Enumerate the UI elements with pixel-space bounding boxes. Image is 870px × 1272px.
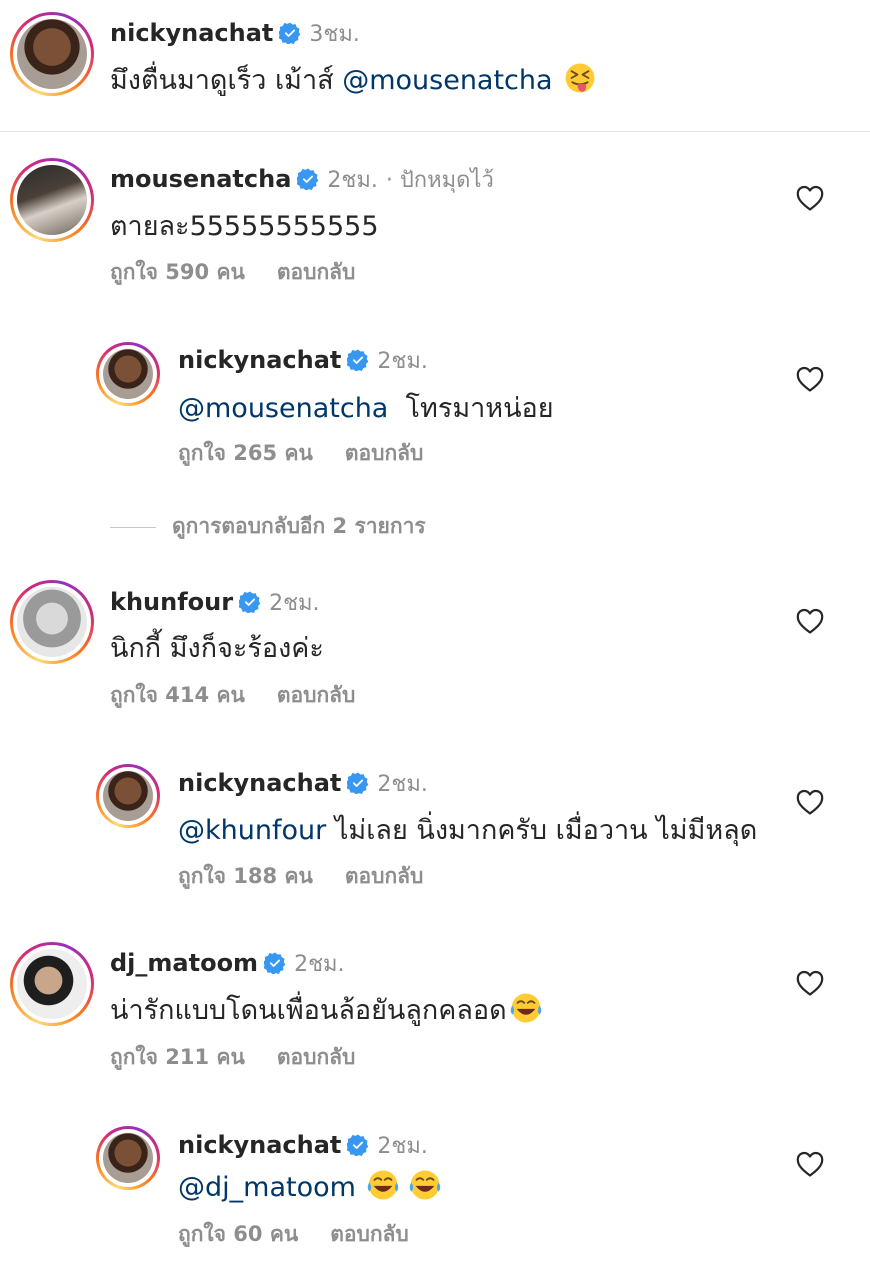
like-count[interactable]: ถูกใจ 211 คน (110, 1045, 245, 1069)
comment-avatar[interactable] (10, 580, 94, 664)
heart-icon[interactable] (796, 185, 824, 211)
reply-text: @dj_matoom (178, 1168, 442, 1203)
reply-text: @khunfour ไม่เลย นิ่งมากครับ เมื่อวาน ไม… (178, 808, 757, 851)
comment-text: น่ารักแบบโดนเพื่อนล้อยันลูกคลอด (110, 988, 543, 1031)
avatar-photo (103, 349, 153, 399)
caption-username-row: nickynachat 3ชม. (110, 16, 360, 51)
verified-badge-icon (347, 772, 369, 794)
reply-time: 2ชม. (377, 349, 428, 374)
comment-avatar[interactable] (10, 158, 94, 242)
reply-button[interactable]: ตอบกลับ (330, 1222, 409, 1246)
caption-text: มึงตื่นมาดูเร็ว เม้าส์ @mousenatcha (110, 58, 597, 101)
heart-icon[interactable] (796, 1151, 824, 1177)
reply-username-row: nickynachat 2ชม. (178, 1128, 428, 1163)
verified-badge-icon (347, 1134, 369, 1156)
comment-time: 2ชม. (294, 952, 345, 977)
verified-badge-icon (279, 22, 301, 44)
reply-avatar[interactable] (96, 1126, 160, 1190)
caption-avatar[interactable] (10, 12, 94, 96)
reply-username-row: nickynachat 2ชม. (178, 766, 428, 801)
comment-text: ตายละ55555555555 (110, 211, 379, 242)
face-with-tears-of-joy-icon (366, 1168, 400, 1202)
comment-text: นิกกี้ มึงก็จะร้องค่ะ (110, 633, 324, 664)
caption-username[interactable]: nickynachat (110, 19, 273, 47)
reply-mention[interactable]: @dj_matoom (178, 1172, 356, 1203)
like-count[interactable]: ถูกใจ 265 คน (178, 441, 313, 465)
face-with-tears-of-joy-icon (509, 991, 543, 1025)
reply-button[interactable]: ตอบกลับ (277, 683, 356, 707)
face-with-tears-of-joy-icon (408, 1168, 442, 1202)
reply-time: 2ชม. (377, 772, 428, 797)
comment-actions: ถูกใจ 211 คน ตอบกลับ (110, 1041, 355, 1074)
reply-mention[interactable]: @khunfour (178, 815, 326, 846)
avatar-photo (17, 949, 87, 1019)
heart-icon[interactable] (796, 608, 824, 634)
comment-username[interactable]: khunfour (110, 588, 233, 616)
reply-button[interactable]: ตอบกลับ (277, 260, 356, 284)
like-count[interactable]: ถูกใจ 60 คน (178, 1222, 298, 1246)
heart-icon[interactable] (796, 970, 824, 996)
reply-username-row: nickynachat 2ชม. (178, 343, 428, 378)
divider-line (110, 526, 156, 528)
reply-username[interactable]: nickynachat (178, 1131, 341, 1159)
comment-username-row: mousenatcha 2ชม. · ปักหมุดไว้ (110, 162, 494, 197)
reply-actions: ถูกใจ 60 คน ตอบกลับ (178, 1218, 409, 1251)
reply-mention[interactable]: @mousenatcha (178, 393, 388, 424)
avatar-photo (103, 771, 153, 821)
caption-time: 3ชม. (309, 22, 360, 47)
reply-actions: ถูกใจ 265 คน ตอบกลับ (178, 437, 423, 470)
comment-actions: ถูกใจ 590 คน ตอบกลับ (110, 256, 355, 289)
comment-username-row: khunfour 2ชม. (110, 585, 320, 620)
like-count[interactable]: ถูกใจ 188 คน (178, 864, 313, 888)
comment-time: 2ชม. (327, 168, 378, 193)
comment-username[interactable]: dj_matoom (110, 949, 258, 977)
comment-username[interactable]: mousenatcha (110, 165, 291, 193)
comment-username-row: dj_matoom 2ชม. (110, 946, 345, 981)
verified-badge-icon (264, 952, 286, 974)
pinned-label: · ปักหมุดไว้ (385, 168, 494, 193)
reply-button[interactable]: ตอบกลับ (345, 864, 424, 888)
verified-badge-icon (297, 168, 319, 190)
caption-mention[interactable]: @mousenatcha (342, 65, 552, 96)
reply-username[interactable]: nickynachat (178, 346, 341, 374)
view-more-label: ดูการตอบกลับอีก 2 รายการ (172, 514, 426, 538)
avatar-photo (17, 165, 87, 235)
view-more-replies-button[interactable]: ดูการตอบกลับอีก 2 รายการ (110, 510, 426, 543)
avatar-photo (17, 19, 87, 89)
reply-actions: ถูกใจ 188 คน ตอบกลับ (178, 860, 423, 893)
like-count[interactable]: ถูกใจ 590 คน (110, 260, 245, 284)
comment-actions: ถูกใจ 414 คน ตอบกลับ (110, 679, 355, 712)
comment-body: น่ารักแบบโดนเพื่อนล้อยันลูกคลอด (110, 995, 507, 1026)
comment-time: 2ชม. (269, 591, 320, 616)
post-caption: nickynachat 3ชม. มึงตื่นมาดูเร็ว เม้าส์ @… (0, 0, 870, 132)
avatar-photo (17, 587, 87, 657)
caption-body: มึงตื่นมาดูเร็ว เม้าส์ (110, 65, 334, 96)
reply-avatar[interactable] (96, 342, 160, 406)
reply-button[interactable]: ตอบกลับ (277, 1045, 356, 1069)
heart-icon[interactable] (796, 366, 824, 392)
like-count[interactable]: ถูกใจ 414 คน (110, 683, 245, 707)
verified-badge-icon (239, 591, 261, 613)
reply-body: ไม่เลย นิ่งมากครับ เมื่อวาน ไม่มีหลุด (334, 815, 758, 846)
avatar-photo (103, 1133, 153, 1183)
reply-button[interactable]: ตอบกลับ (345, 441, 424, 465)
reply-username[interactable]: nickynachat (178, 769, 341, 797)
reply-text: @mousenatcha โทรมาหน่อย (178, 386, 554, 429)
comment-avatar[interactable] (10, 942, 94, 1026)
reply-time: 2ชม. (377, 1134, 428, 1159)
reply-avatar[interactable] (96, 764, 160, 828)
reply-body: โทรมาหน่อย (405, 393, 554, 424)
heart-icon[interactable] (796, 789, 824, 815)
verified-badge-icon (347, 349, 369, 371)
squinting-face-with-tongue-icon (563, 61, 597, 95)
